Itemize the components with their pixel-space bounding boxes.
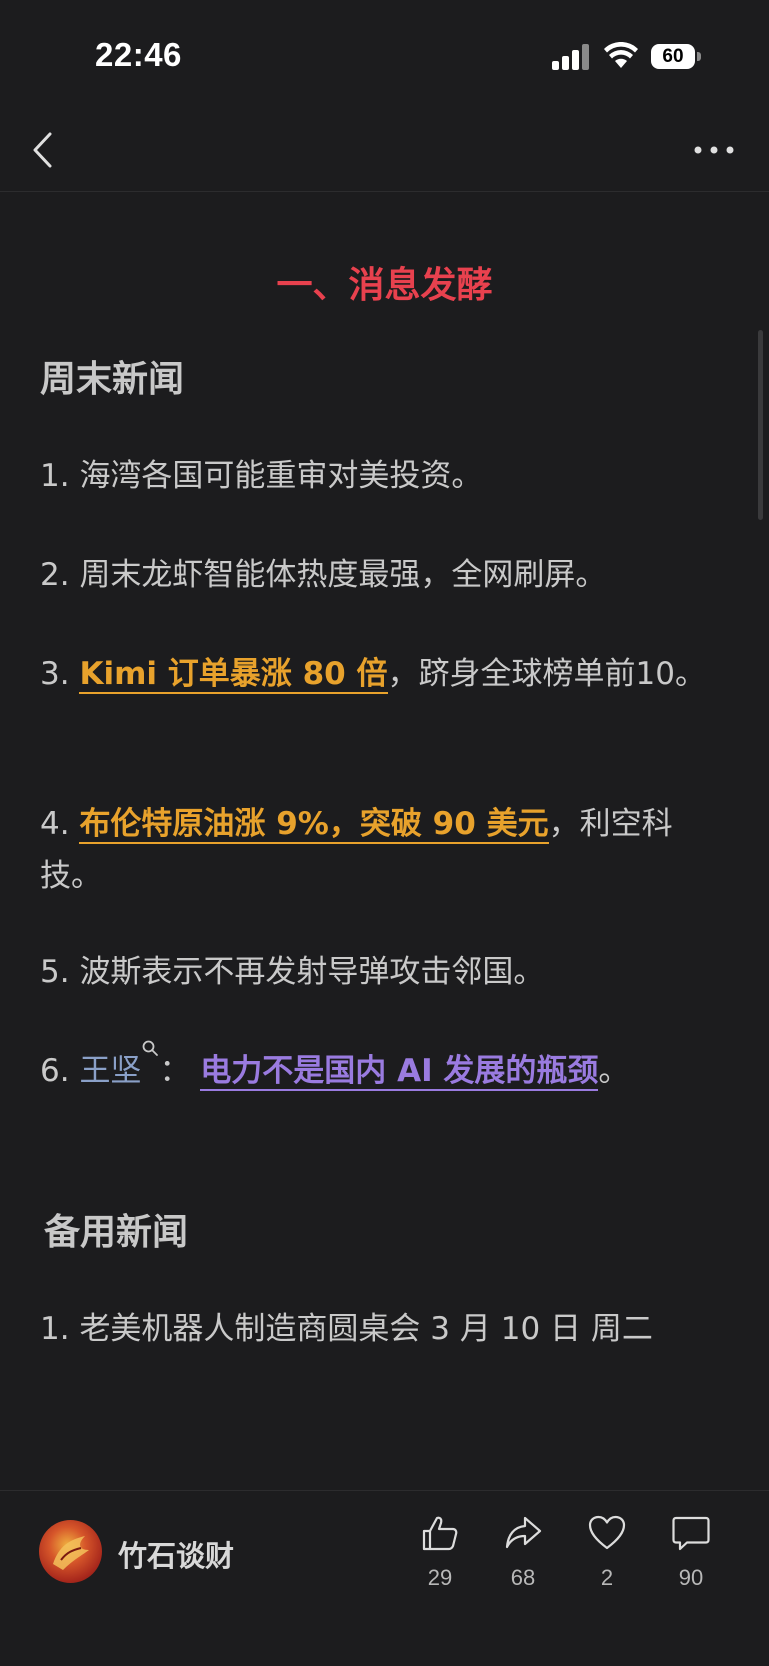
comment-icon bbox=[672, 1516, 710, 1551]
more-button[interactable] bbox=[690, 135, 740, 165]
news-item-1: 1. 海湾各国可能重审对美投资。 bbox=[40, 458, 483, 494]
backup-news-heading: 备用新闻 bbox=[44, 1212, 189, 1253]
news-item-6: 6. 王坚： 电力不是国内 AI 发展的瓶颈。 bbox=[40, 1040, 730, 1097]
highlight-text: 布伦特原油涨 9%，突破 90 美元 bbox=[79, 806, 549, 844]
highlight-text: Kimi 订单暴涨 80 倍 bbox=[79, 656, 388, 694]
news-item-2: 2. 周末龙虾智能体热度最强，全网刷屏。 bbox=[40, 557, 607, 593]
favorite-count: 2 bbox=[600, 1565, 614, 1590]
share-icon bbox=[505, 1516, 542, 1549]
section-title: 一、消息发酵 bbox=[276, 265, 493, 306]
nav-bar bbox=[0, 110, 769, 192]
news-item-5: 5. 波斯表示不再发射导弹攻击邻国。 bbox=[40, 954, 545, 990]
status-bar: 22:46 60 bbox=[0, 0, 769, 110]
share-button[interactable]: 68 bbox=[493, 1513, 553, 1591]
backup-item-1: 1. 老美机器人制造商圆桌会 3 月 10 日 周二 bbox=[40, 1311, 653, 1347]
scroll-indicator[interactable] bbox=[758, 330, 763, 520]
news-item-3: 3. Kimi 订单暴涨 80 倍，跻身全球榜单前10。 bbox=[40, 656, 706, 694]
bottom-bar: 竹石谈财 29 68 2 90 bbox=[0, 1490, 769, 1666]
person-link[interactable]: 王坚 bbox=[79, 1053, 141, 1089]
weekend-news-heading: 周末新闻 bbox=[40, 359, 185, 400]
like-button[interactable]: 29 bbox=[410, 1513, 470, 1591]
favorite-button[interactable]: 2 bbox=[577, 1513, 637, 1591]
wifi-icon bbox=[604, 42, 638, 68]
share-count: 68 bbox=[510, 1565, 536, 1590]
battery-level: 60 bbox=[651, 44, 695, 69]
status-time: 22:46 bbox=[95, 36, 182, 73]
search-icon[interactable] bbox=[141, 1039, 159, 1057]
comment-button[interactable]: 90 bbox=[661, 1513, 721, 1591]
back-button[interactable] bbox=[26, 128, 66, 172]
article-body[interactable]: 一、消息发酵 周末新闻 1. 海湾各国可能重审对美投资。 2. 周末龙虾智能体热… bbox=[0, 192, 769, 1490]
highlight-text: 电力不是国内 AI 发展的瓶颈 bbox=[200, 1053, 599, 1091]
heart-icon bbox=[588, 1515, 626, 1550]
battery-icon: 60 bbox=[651, 44, 701, 69]
more-horizontal-icon bbox=[694, 146, 734, 154]
like-count: 29 bbox=[427, 1565, 453, 1590]
chevron-left-icon bbox=[33, 132, 52, 168]
thumbs-up-icon bbox=[422, 1516, 458, 1551]
signal-icon bbox=[552, 44, 590, 70]
author-avatar[interactable] bbox=[39, 1520, 102, 1583]
news-item-4: 4. 布伦特原油涨 9%，突破 90 美元，利空科技。 bbox=[40, 806, 673, 894]
author-name[interactable]: 竹石谈财 bbox=[118, 1533, 234, 1575]
phoenix-icon bbox=[53, 1536, 89, 1570]
comment-count: 90 bbox=[678, 1565, 704, 1590]
